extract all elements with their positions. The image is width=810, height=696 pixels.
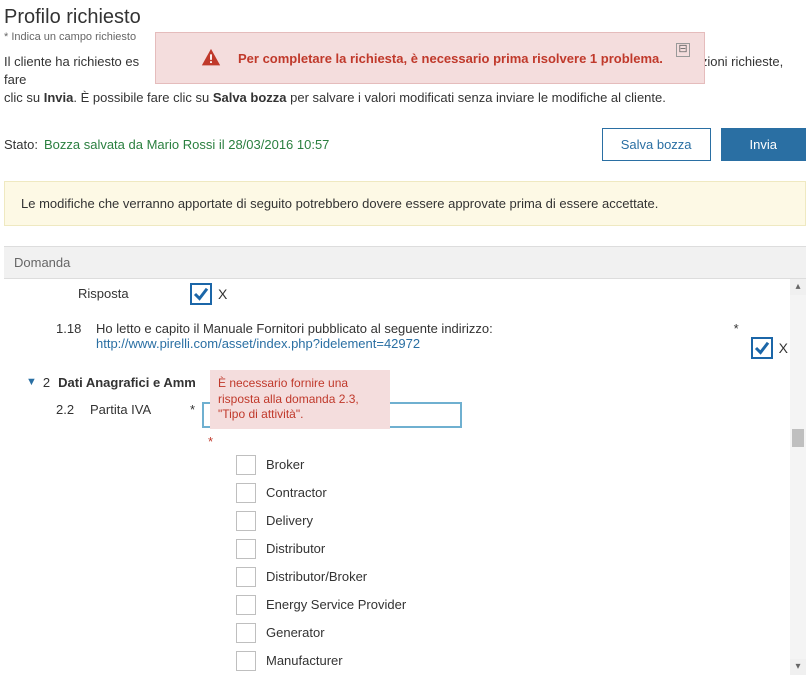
option-row: Energy Service Provider (4, 591, 788, 619)
question-row: 2.2 Partita IVA * (4, 398, 788, 432)
option-label: Distributor/Broker (266, 569, 367, 584)
checkbox-checked[interactable] (190, 283, 212, 305)
section-header-domanda: Domanda (4, 246, 806, 279)
option-label: Distributor (266, 541, 325, 556)
error-banner: Per completare la richiesta, è necessari… (155, 32, 705, 84)
option-label: Energy Service Provider (266, 597, 406, 612)
checkbox-unchecked[interactable] (236, 511, 256, 531)
validation-tooltip: È necessario fornire una risposta alla d… (210, 370, 390, 429)
option-label: Delivery (266, 513, 313, 528)
checkbox-unchecked[interactable] (236, 651, 256, 671)
section-title: Dati Anagrafici e Amm (58, 375, 196, 390)
approval-note: Le modifiche che verranno apportate di s… (4, 181, 806, 226)
option-row: Manufacturer (4, 647, 788, 675)
x-mark: X (218, 286, 227, 302)
option-row: Contractor (4, 479, 788, 507)
checkbox-unchecked[interactable] (236, 595, 256, 615)
checkbox-unchecked[interactable] (236, 623, 256, 643)
question-row: Risposta X (4, 279, 788, 313)
question-label: Partita IVA (90, 402, 190, 417)
instructions-text: . È possibile fare clic su (73, 90, 212, 105)
option-row: Broker (4, 451, 788, 479)
warning-icon (200, 47, 222, 69)
instructions-bold: Invia (44, 90, 74, 105)
question-row: 1.18 Ho letto e capito il Manuale Fornit… (4, 313, 788, 367)
required-asterisk: * (734, 321, 739, 336)
vertical-scrollbar[interactable]: ▴ ▾ (790, 279, 806, 675)
link-supplier-manual[interactable]: http://www.pirelli.com/asset/index.php?i… (96, 336, 420, 351)
option-label: Contractor (266, 485, 327, 500)
section-number: 2 (43, 375, 50, 390)
question-number: 2.2 (56, 402, 90, 417)
checkbox-unchecked[interactable] (236, 483, 256, 503)
status-label: Stato: (4, 137, 38, 152)
answer-label: Risposta (78, 286, 190, 301)
checkbox-unchecked[interactable] (236, 455, 256, 475)
question-text: Ho letto e capito il Manuale Fornitori p… (96, 321, 493, 336)
x-mark: X (779, 340, 788, 356)
option-row: Delivery (4, 507, 788, 535)
chevron-down-icon: ▼ (26, 376, 37, 388)
submit-button[interactable]: Invia (721, 128, 806, 161)
status-value: Bozza salvata da Mario Rossi il 28/03/20… (44, 137, 329, 152)
option-label: Manufacturer (266, 653, 343, 668)
required-asterisk: * (208, 434, 213, 449)
checkbox-checked[interactable] (751, 337, 773, 359)
checkbox-unchecked[interactable] (236, 539, 256, 559)
scroll-up-icon[interactable]: ▴ (790, 279, 806, 295)
instructions-text: Il cliente ha richiesto es (4, 54, 139, 69)
option-row: Generator (4, 619, 788, 647)
save-draft-button[interactable]: Salva bozza (602, 128, 711, 161)
checkbox-unchecked[interactable] (236, 567, 256, 587)
error-banner-text: Per completare la richiesta, è necessari… (238, 51, 676, 66)
instructions-bold: Salva bozza (213, 90, 287, 105)
scroll-down-icon[interactable]: ▾ (790, 659, 806, 675)
question-number: 1.18 (56, 321, 96, 336)
option-row: Distributor (4, 535, 788, 563)
scroll-thumb[interactable] (792, 429, 804, 447)
option-row: Distributor/Broker (4, 563, 788, 591)
required-asterisk: * (190, 402, 198, 417)
close-icon[interactable]: ⊟ (676, 43, 690, 57)
option-label: Generator (266, 625, 325, 640)
page-title: Profilo richiesto (4, 6, 806, 29)
instructions-text: per salvare i valori modificati senza in… (287, 90, 666, 105)
section-row[interactable]: ▼ 2 Dati Anagrafici e Amm (4, 367, 788, 398)
instructions-text: clic su (4, 90, 44, 105)
option-label: Broker (266, 457, 304, 472)
required-marker-row: * (4, 432, 788, 451)
